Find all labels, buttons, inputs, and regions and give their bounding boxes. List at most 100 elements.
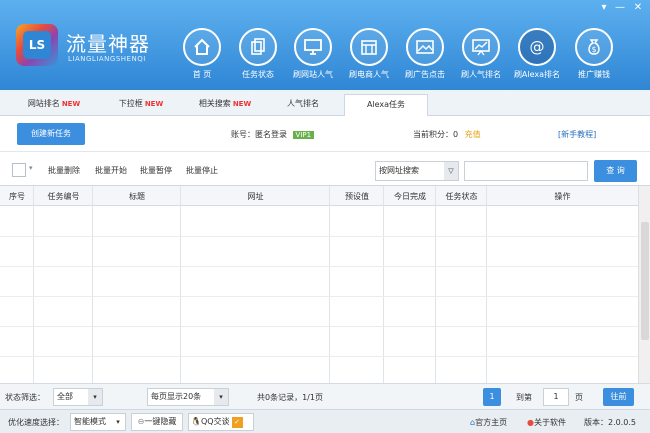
tab-alexa-task[interactable]: Alexa任务 xyxy=(344,94,428,116)
qq-button-label: QQ交谈 xyxy=(200,417,230,426)
speed-mode-select[interactable]: 智能模式 ▾ xyxy=(70,413,126,431)
documents-icon xyxy=(251,38,265,55)
about-link[interactable]: ●关于软件 xyxy=(527,417,566,428)
nav-label: 任务状态 xyxy=(242,70,274,79)
nav-label: 刷网站人气 xyxy=(293,70,333,79)
column-divider xyxy=(34,186,93,384)
batch-stop-button[interactable]: 批量停止 xyxy=(186,165,218,176)
create-task-button[interactable]: 创建新任务 xyxy=(17,123,85,145)
nav-website-traffic[interactable]: 刷网站人气 xyxy=(287,28,339,84)
chevron-down-icon: ▾ xyxy=(111,414,125,430)
row-divider xyxy=(0,266,638,267)
qq-penguin-icon: 🐧 xyxy=(191,417,201,426)
at-icon: @ xyxy=(530,38,545,56)
task-tabs: 网站排名 NEW 下拉框 NEW 相关搜索 NEW 人气排名 Alexa任务 xyxy=(0,90,650,116)
search-type-select[interactable]: 按网址搜索 ▽ xyxy=(375,161,459,181)
toolbar: ▾ 批量删除 批量开始 批量暂停 批量停止 按网址搜索 ▽ 查 询 xyxy=(0,155,650,185)
image-icon xyxy=(416,40,434,54)
qq-chat-button[interactable]: 🐧QQ交谈 ✓ xyxy=(188,413,254,431)
money-bag-icon: $ xyxy=(588,39,600,55)
go-page-button[interactable]: 往前 xyxy=(603,388,634,406)
tutorial-link[interactable]: [新手教程] xyxy=(558,129,596,140)
status-filter-select[interactable]: 全部 ▾ xyxy=(53,388,103,406)
info-icon: ● xyxy=(527,418,534,427)
column-header[interactable]: 序号 xyxy=(0,191,34,202)
homepage-link[interactable]: ⌂官方主页 xyxy=(470,417,507,428)
checkmark-icon: ✓ xyxy=(231,417,243,428)
status-filter-value: 全部 xyxy=(57,392,73,401)
speed-label: 优化速度选择： xyxy=(8,418,64,427)
tab-dropdown[interactable]: 下拉框 NEW xyxy=(110,94,172,116)
column-header[interactable]: 网址 xyxy=(181,191,330,202)
points-info: 当前积分：0 充值 xyxy=(413,129,481,140)
batch-delete-button[interactable]: 批量删除 xyxy=(48,165,80,176)
account-value: 匿名登录 xyxy=(255,130,287,139)
row-divider xyxy=(0,326,638,327)
nav-ad-clicks[interactable]: 刷广告点击 xyxy=(399,28,451,84)
column-header[interactable]: 任务编号 xyxy=(34,191,93,202)
nav-label: 刷广告点击 xyxy=(405,70,445,79)
menu-dropdown-icon[interactable]: ▾ xyxy=(596,2,612,13)
home-icon xyxy=(194,38,210,55)
nav-ecommerce-traffic[interactable]: 刷电商人气 xyxy=(343,28,395,84)
column-header[interactable]: 今日完成 xyxy=(384,191,436,202)
minimize-button[interactable]: — xyxy=(612,2,628,13)
batch-start-button[interactable]: 批量开始 xyxy=(95,165,127,176)
column-divider xyxy=(181,186,330,384)
nav-task-status[interactable]: 任务状态 xyxy=(232,28,284,84)
close-button[interactable]: ✕ xyxy=(630,2,646,13)
tab-website-ranking[interactable]: 网站排名 NEW xyxy=(18,94,90,116)
page-button-current[interactable]: 1 xyxy=(483,388,501,406)
column-divider xyxy=(384,186,436,384)
column-divider xyxy=(93,186,181,384)
app-header: LS 流量神器 LIANGLIANGSHENQI ▾ — ✕ 首 页 任务状态 … xyxy=(0,0,650,90)
account-bar: 创建新任务 账号：匿名登录 VIP1 当前积分：0 充值 [新手教程] xyxy=(0,116,650,152)
column-header[interactable]: 操作 xyxy=(487,191,638,202)
nav-label: 刷电商人气 xyxy=(349,70,389,79)
column-header[interactable]: 任务状态 xyxy=(436,191,487,202)
row-divider xyxy=(0,236,638,237)
hide-all-button[interactable]: ⊖一键隐藏 xyxy=(131,413,183,431)
new-badge: NEW xyxy=(232,100,252,108)
vertical-scrollbar[interactable] xyxy=(638,186,650,384)
filter-icon: ▽ xyxy=(444,162,458,180)
chevron-down-icon: ▾ xyxy=(88,389,102,405)
tab-related-search[interactable]: 相关搜索 NEW xyxy=(192,94,258,116)
record-summary: 共0条记录，1/1页 xyxy=(257,393,323,402)
app-title: 流量神器 xyxy=(66,32,150,56)
page-unit-label: 页 xyxy=(575,393,583,402)
account-label: 账号： xyxy=(231,130,255,139)
points-value: 0 xyxy=(453,130,459,139)
monitor-icon xyxy=(304,39,322,55)
batch-pause-button[interactable]: 批量暂停 xyxy=(140,165,172,176)
new-badge: NEW xyxy=(61,100,81,108)
goto-page-input[interactable]: 1 xyxy=(543,388,569,406)
scrollbar-thumb[interactable] xyxy=(641,222,649,340)
tab-popularity-ranking[interactable]: 人气排名 xyxy=(270,94,336,116)
nav-label: 刷人气排名 xyxy=(461,70,501,79)
search-button[interactable]: 查 询 xyxy=(594,160,637,182)
row-divider xyxy=(0,296,638,297)
svg-text:@: @ xyxy=(530,38,545,56)
recharge-link[interactable]: 充值 xyxy=(465,130,481,139)
chevron-down-icon: ▾ xyxy=(214,389,228,405)
column-header[interactable]: 标题 xyxy=(93,191,181,202)
chart-board-icon xyxy=(472,39,490,56)
status-filter-label: 状态筛选： xyxy=(5,393,45,402)
status-bar: 优化速度选择： 智能模式 ▾ ⊖一键隐藏 🐧QQ交谈 ✓ ⌂官方主页 ●关于软件 版… xyxy=(0,409,650,433)
nav-home[interactable]: 首 页 xyxy=(176,28,228,84)
column-header[interactable]: 预设值 xyxy=(330,191,384,202)
store-icon xyxy=(361,40,377,55)
nav-popularity-ranking[interactable]: 刷人气排名 xyxy=(455,28,507,84)
chevron-down-icon[interactable]: ▾ xyxy=(29,164,33,172)
logo-letters: LS xyxy=(23,31,51,59)
version-label: 版本：2.0.0.5 xyxy=(584,418,636,427)
search-input[interactable] xyxy=(464,161,588,181)
nav-alexa-ranking[interactable]: @ 刷Alexa排名 xyxy=(511,28,563,84)
select-all-checkbox[interactable] xyxy=(12,163,26,177)
svg-text:$: $ xyxy=(591,45,596,54)
hide-button-label: 一键隐藏 xyxy=(144,417,177,426)
about-label: 关于软件 xyxy=(533,418,566,427)
nav-promotion-earnings[interactable]: $ 推广赚钱 xyxy=(568,28,620,84)
page-size-select[interactable]: 每页显示20条 ▾ xyxy=(147,388,229,406)
